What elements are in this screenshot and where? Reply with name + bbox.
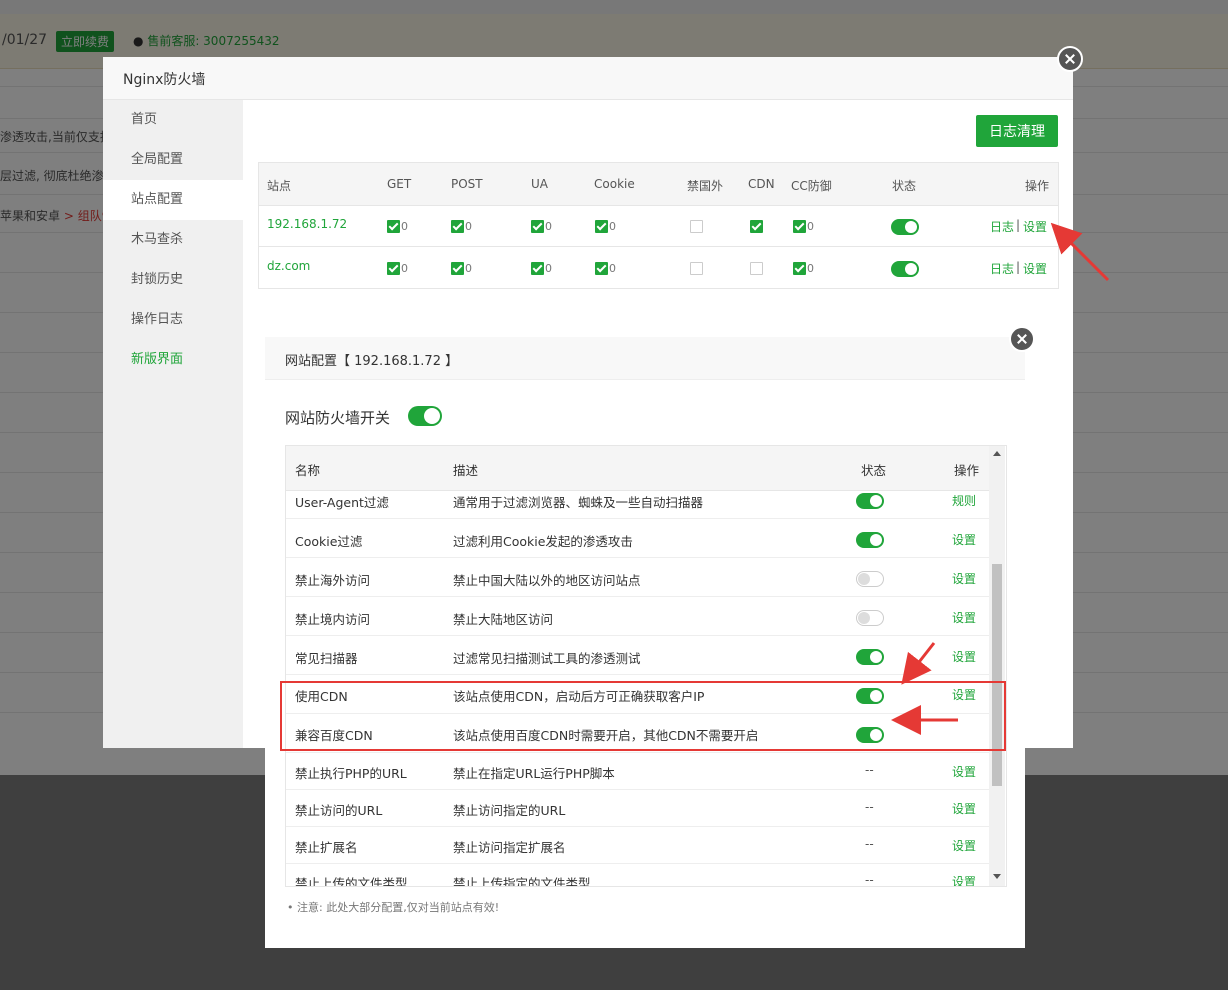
arrow-settings-icon — [1050, 222, 1110, 282]
annotation-arrows — [891, 222, 1110, 735]
arrow-cdn-icon — [901, 642, 936, 685]
